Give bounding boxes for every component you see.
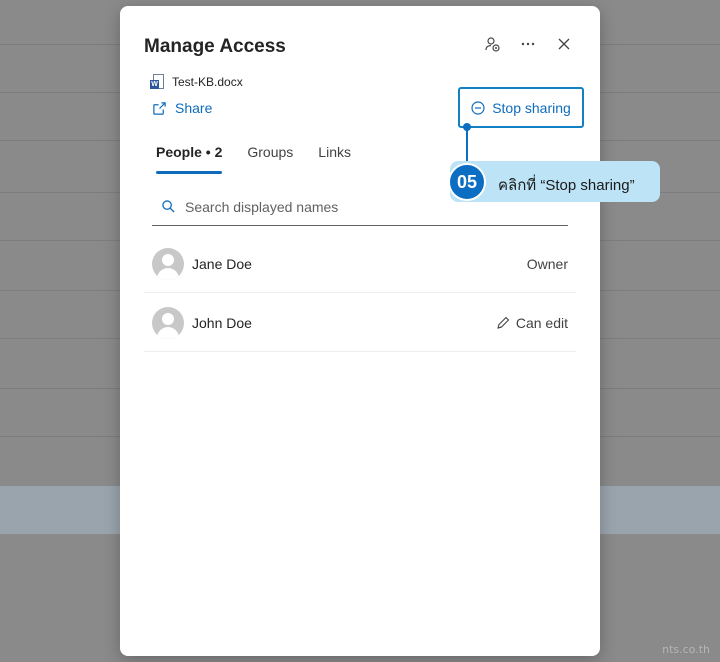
search-icon: [162, 200, 175, 213]
more-options-icon[interactable]: [520, 36, 536, 52]
person-role[interactable]: Can edit: [496, 315, 568, 331]
tab-bar: People • 2 Groups Links: [156, 144, 376, 174]
step-callout: 05 คลิกที่ “Stop sharing”: [448, 161, 660, 202]
manage-access-dialog: Manage Access W Test-KB.docx Share Stop …: [120, 6, 600, 656]
tab-links[interactable]: Links: [318, 144, 351, 174]
share-button[interactable]: Share: [152, 100, 212, 116]
word-document-icon: W: [150, 74, 164, 90]
callout-connector: [466, 127, 468, 163]
callout-text: คลิกที่ “Stop sharing”: [498, 177, 635, 194]
person-row[interactable]: John Doe Can edit: [144, 294, 576, 352]
file-name: Test-KB.docx: [172, 75, 243, 89]
close-icon[interactable]: [556, 36, 572, 52]
tab-people[interactable]: People • 2: [156, 144, 223, 174]
share-icon: [153, 101, 166, 115]
role-label: Can edit: [515, 314, 568, 331]
watermark: nts.co.th: [662, 643, 710, 656]
access-settings-icon[interactable]: [484, 36, 500, 52]
pencil-icon: [497, 316, 510, 329]
step-number-badge: 05: [448, 163, 486, 201]
avatar: [152, 247, 184, 280]
stop-icon: [471, 100, 485, 115]
person-name: Jane Doe: [192, 255, 252, 272]
dialog-title: Manage Access: [144, 36, 286, 57]
stop-sharing-button[interactable]: Stop sharing: [458, 87, 584, 128]
share-label: Share: [175, 100, 213, 116]
header-actions: [484, 36, 572, 52]
avatar: [152, 306, 184, 339]
file-info: W Test-KB.docx: [150, 74, 243, 90]
person-role[interactable]: Owner: [527, 256, 568, 272]
tab-groups[interactable]: Groups: [247, 144, 293, 174]
person-name: John Doe: [192, 314, 252, 331]
role-label: Owner: [526, 255, 568, 272]
stop-sharing-label: Stop sharing: [492, 99, 571, 116]
person-row[interactable]: Jane Doe Owner: [144, 235, 576, 293]
